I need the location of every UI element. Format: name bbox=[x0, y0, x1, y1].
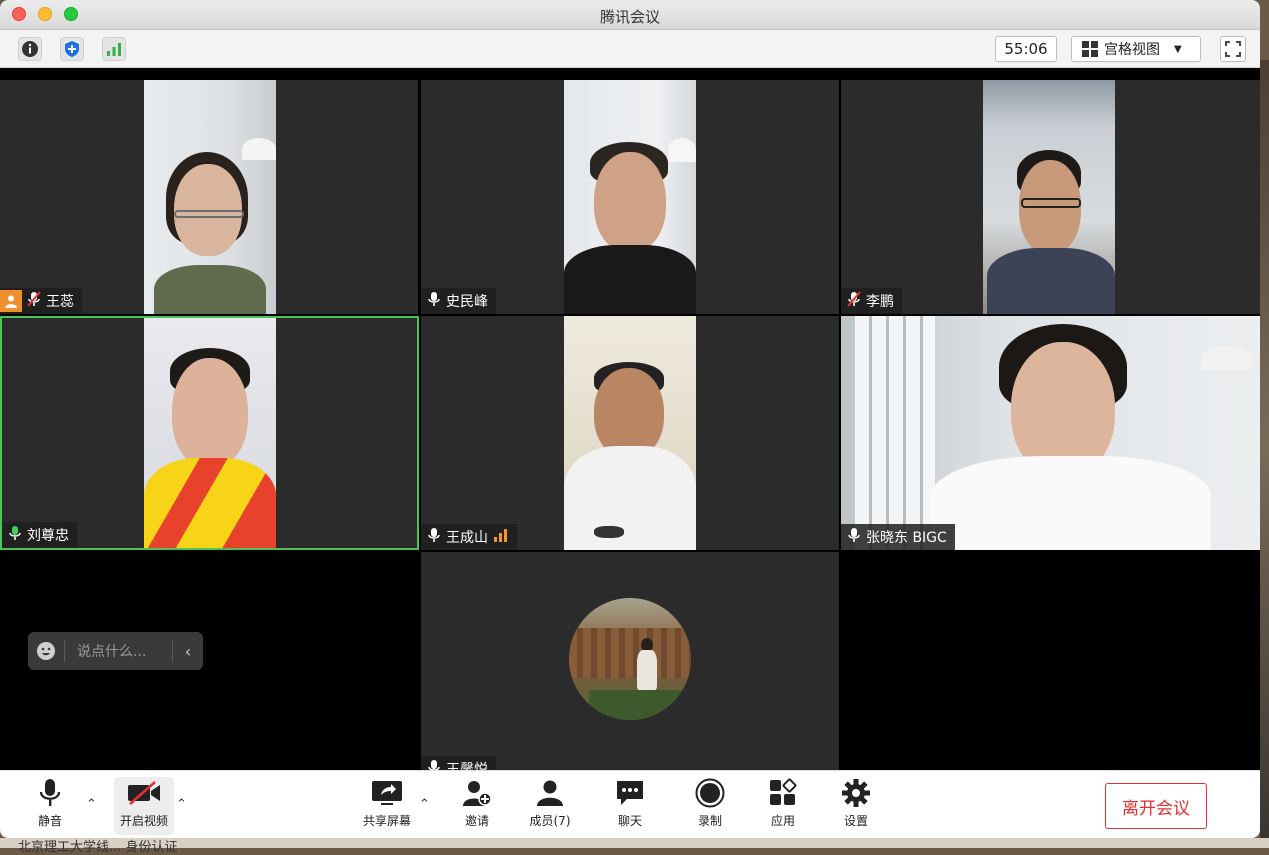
participant-name: 王蕊 bbox=[46, 294, 74, 310]
share-options-chevron-icon[interactable]: ⌃ bbox=[419, 797, 430, 812]
info-icon[interactable] bbox=[18, 37, 42, 61]
start-video-label: 开启视频 bbox=[119, 814, 168, 828]
share-screen-label: 共享屏幕 bbox=[362, 814, 411, 828]
mic-icon bbox=[427, 759, 441, 770]
view-layout-dropdown[interactable]: 宫格视图 ▼ bbox=[1071, 36, 1201, 62]
apps-grid-icon bbox=[770, 778, 797, 805]
chevron-down-icon: ▼ bbox=[1174, 43, 1182, 55]
apps-label: 应用 bbox=[770, 814, 795, 828]
settings-button[interactable]: 设置 bbox=[826, 777, 886, 835]
participant-namebar: 李鹏 bbox=[841, 288, 902, 314]
members-button[interactable]: 成员(7) bbox=[520, 777, 580, 835]
mic-icon bbox=[847, 527, 861, 547]
chat-bubble-icon bbox=[617, 781, 643, 805]
mute-button[interactable]: 静音 bbox=[20, 777, 80, 835]
mic-icon bbox=[427, 291, 441, 311]
audio-options-chevron-icon[interactable]: ⌃ bbox=[86, 797, 97, 812]
participant-name: 刘尊忠 bbox=[27, 528, 69, 544]
add-user-icon bbox=[463, 781, 492, 806]
participant-namebar: 刘尊忠 bbox=[2, 522, 77, 548]
signal-bars-icon[interactable] bbox=[102, 37, 126, 61]
view-layout-label: 宫格视图 bbox=[1104, 42, 1160, 58]
leave-meeting-button[interactable]: 离开会议 bbox=[1105, 783, 1207, 829]
participant-tile-active[interactable]: 刘尊忠 bbox=[0, 316, 419, 550]
participant-video bbox=[841, 316, 1260, 550]
video-options-chevron-icon[interactable]: ⌃ bbox=[176, 797, 187, 812]
desktop-background-bottom: 北京理工大学线... 身份认证 bbox=[0, 838, 1269, 855]
participant-tile[interactable]: 李鹏 bbox=[841, 80, 1260, 314]
title-bar: 腾讯会议 bbox=[0, 0, 1260, 30]
participant-namebar: 王成山 bbox=[421, 524, 517, 550]
mute-label: 静音 bbox=[37, 814, 62, 828]
participant-video bbox=[983, 80, 1115, 314]
participant-namebar: 张晓东 BIGC bbox=[841, 524, 955, 550]
window-title: 腾讯会议 bbox=[599, 8, 660, 26]
chat-button[interactable]: 聊天 bbox=[600, 777, 660, 835]
members-icon bbox=[537, 780, 563, 806]
participant-namebar: 王馨悦 bbox=[421, 756, 496, 770]
participant-name: 张晓东 BIGC bbox=[866, 530, 947, 546]
bottom-control-bar: 静音 ⌃ 开启视频 ⌃ 共享屏幕 ⌃ 邀请 成员(7) 聊天 录制 应用 设置 … bbox=[0, 770, 1260, 838]
participant-tile[interactable]: 王成山 bbox=[421, 316, 839, 550]
shield-plus-icon[interactable] bbox=[60, 37, 84, 61]
participant-namebar: 史民峰 bbox=[421, 288, 496, 314]
participant-name: 王馨悦 bbox=[446, 762, 488, 770]
settings-label: 设置 bbox=[843, 814, 868, 828]
host-avatar-icon bbox=[0, 290, 22, 312]
top-toolbar: 55:06 宫格视图 ▼ bbox=[0, 30, 1260, 68]
participant-name: 史民峰 bbox=[446, 294, 488, 310]
participant-tile[interactable]: 史民峰 bbox=[421, 80, 839, 314]
quick-chat-box[interactable]: 说点什么... ‹ bbox=[28, 632, 203, 670]
chat-label: 聊天 bbox=[617, 814, 642, 828]
invite-button[interactable]: 邀请 bbox=[447, 777, 507, 835]
gear-icon bbox=[842, 779, 870, 807]
participant-name: 王成山 bbox=[446, 530, 488, 546]
participant-tile[interactable]: 王馨悦 bbox=[421, 552, 839, 770]
collapse-chevron-icon[interactable]: ‹ bbox=[173, 642, 203, 661]
empty-tile bbox=[841, 552, 1260, 770]
participant-video bbox=[144, 80, 276, 314]
mic-muted-icon bbox=[27, 291, 41, 311]
share-screen-icon bbox=[372, 781, 402, 805]
meeting-window: 腾讯会议 55:06 宫格视图 ▼ 王蕊 史民峰 李鹏 刘尊忠 王成山 张晓东 … bbox=[0, 0, 1260, 838]
signal-weak-icon bbox=[493, 528, 509, 546]
apps-button[interactable]: 应用 bbox=[753, 777, 813, 835]
grid-view-icon bbox=[1082, 41, 1098, 57]
record-button[interactable]: 录制 bbox=[680, 777, 740, 835]
meeting-timer: 55:06 bbox=[995, 36, 1057, 62]
participant-video bbox=[564, 316, 696, 550]
participant-namebar: 王蕊 bbox=[0, 288, 82, 314]
fullscreen-icon[interactable] bbox=[1220, 36, 1246, 62]
participant-tile[interactable]: 张晓东 BIGC bbox=[841, 316, 1260, 550]
invite-label: 邀请 bbox=[464, 814, 489, 828]
participant-name: 李鹏 bbox=[866, 294, 894, 310]
record-icon bbox=[695, 778, 725, 808]
record-label: 录制 bbox=[697, 814, 722, 828]
participant-tile[interactable]: 王蕊 bbox=[0, 80, 418, 314]
participant-video bbox=[144, 318, 276, 548]
mic-speaking-icon bbox=[8, 525, 22, 545]
emoji-icon[interactable] bbox=[28, 641, 64, 661]
camera-off-icon bbox=[128, 781, 160, 805]
mic-muted-icon bbox=[847, 291, 861, 311]
mic-icon bbox=[427, 527, 441, 547]
microphone-icon bbox=[39, 779, 61, 806]
participant-avatar bbox=[569, 598, 691, 720]
desktop-bottom-text: 北京理工大学线... 身份认证 bbox=[18, 840, 178, 855]
start-video-button[interactable]: 开启视频 bbox=[114, 777, 174, 835]
desktop-background-edge bbox=[1260, 60, 1269, 838]
members-label: 成员(7) bbox=[529, 814, 571, 828]
chat-input[interactable]: 说点什么... bbox=[65, 641, 172, 661]
share-screen-button[interactable]: 共享屏幕 bbox=[357, 777, 417, 835]
participant-video bbox=[564, 80, 696, 314]
